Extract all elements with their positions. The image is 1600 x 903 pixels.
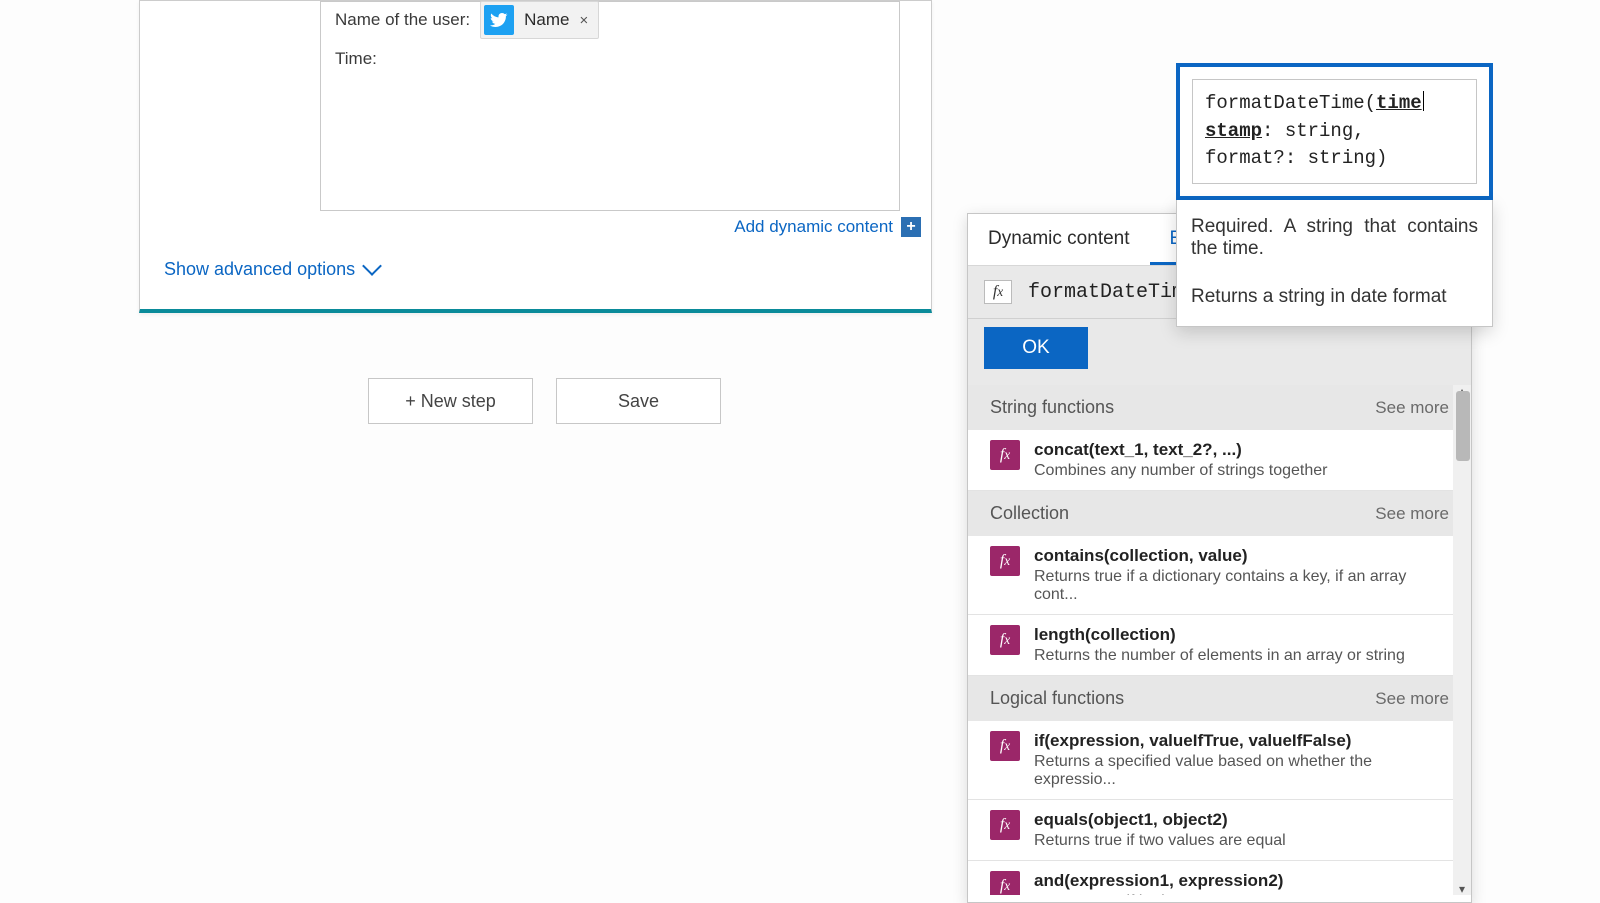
function-signature: if(expression, valueIfTrue, valueIfFalse… — [1034, 731, 1449, 751]
tooltip-signature-box: formatDateTime(timestamp: string, format… — [1176, 63, 1493, 200]
ok-button[interactable]: OK — [984, 327, 1088, 369]
name-label: Name of the user: — [335, 10, 470, 30]
category-title: Logical functions — [990, 688, 1124, 709]
category-header: Collection See more — [968, 491, 1471, 536]
function-signature: length(collection) — [1034, 625, 1405, 645]
function-item[interactable]: fx concat(text_1, text_2?, ...) Combines a… — [968, 430, 1471, 491]
function-description: Returns the number of elements in an arr… — [1034, 647, 1405, 665]
category-title: Collection — [990, 503, 1069, 524]
fx-icon: fx — [990, 440, 1020, 470]
save-button[interactable]: Save — [556, 378, 721, 424]
scroll-down-icon[interactable]: ▾ — [1454, 881, 1470, 895]
fx-icon: fx — [990, 810, 1020, 840]
chip-remove-icon[interactable]: × — [579, 12, 588, 29]
function-signature: and(expression1, expression2) — [1034, 871, 1315, 891]
add-dynamic-content-link[interactable]: Add dynamic content + — [734, 217, 921, 237]
function-item[interactable]: fx if(expression, valueIfTrue, valueIfFal… — [968, 721, 1471, 800]
function-description: Returns true if two values are equal — [1034, 832, 1286, 850]
show-advanced-label: Show advanced options — [164, 259, 355, 280]
fx-icon: fx — [990, 625, 1020, 655]
fx-icon: fx — [990, 871, 1020, 895]
fx-icon: fx — [990, 731, 1020, 761]
sig-prefix: formatDateTime( — [1205, 92, 1376, 114]
fx-icon: fx — [990, 546, 1020, 576]
function-item[interactable]: fx contains(collection, value)Returns tru… — [968, 536, 1471, 615]
plus-icon: + — [901, 217, 921, 237]
add-dynamic-label: Add dynamic content — [734, 217, 893, 237]
chevron-down-icon — [365, 261, 383, 279]
scrollbar-track[interactable]: ▴ ▾ — [1453, 385, 1471, 895]
scrollbar-thumb[interactable] — [1456, 391, 1470, 461]
tooltip-body: Required. A string that contains the tim… — [1176, 200, 1493, 327]
function-item[interactable]: fx length(collection) Returns the number o… — [968, 615, 1471, 676]
see-more-link[interactable]: See more — [1375, 504, 1449, 524]
field-time-row: Time: — [335, 49, 377, 69]
function-signature: contains(collection, value) — [1034, 546, 1449, 566]
see-more-link[interactable]: See more — [1375, 689, 1449, 709]
time-label: Time: — [335, 49, 377, 68]
function-signature: concat(text_1, text_2?, ...) — [1034, 440, 1327, 460]
tab-dynamic-content[interactable]: Dynamic content — [968, 214, 1150, 265]
function-description: Returns true if both parameters are true — [1034, 893, 1315, 895]
field-name-row: Name of the user: Name × — [335, 1, 599, 39]
fx-icon: fx — [984, 280, 1012, 304]
tooltip-signature: formatDateTime(timestamp: string, format… — [1192, 79, 1477, 184]
ok-row: OK — [968, 319, 1471, 385]
signature-tooltip: formatDateTime(timestamp: string, format… — [1176, 63, 1493, 327]
function-list: String functions See more fx concat(text_1,… — [968, 385, 1471, 895]
action-card: Name of the user: Name × Time: Add dynam… — [139, 0, 932, 313]
category-title: String functions — [990, 397, 1114, 418]
chip-label: Name — [524, 10, 569, 30]
tooltip-required: Required. A string that contains the tim… — [1191, 216, 1478, 260]
function-description: Returns true if a dictionary contains a … — [1034, 568, 1449, 604]
function-description: Returns a specified value based on wheth… — [1034, 753, 1449, 789]
tooltip-returns: Returns a string in date format — [1191, 286, 1478, 308]
category-header: Logical functions See more — [968, 676, 1471, 721]
see-more-link[interactable]: See more — [1375, 398, 1449, 418]
new-step-button[interactable]: + New step — [368, 378, 533, 424]
text-caret — [1423, 91, 1424, 111]
function-item[interactable]: fx equals(object1, object2) Returns true i… — [968, 800, 1471, 861]
twitter-icon — [484, 5, 514, 35]
dynamic-content-chip[interactable]: Name × — [480, 1, 599, 39]
category-header: String functions See more — [968, 385, 1471, 430]
show-advanced-toggle[interactable]: Show advanced options — [164, 259, 383, 280]
function-item[interactable]: fx and(expression1, expression2) Returns t… — [968, 861, 1471, 895]
function-list-scroll[interactable]: String functions See more fx concat(text_1,… — [968, 385, 1471, 895]
function-description: Combines any number of strings together — [1034, 462, 1327, 480]
function-signature: equals(object1, object2) — [1034, 810, 1286, 830]
